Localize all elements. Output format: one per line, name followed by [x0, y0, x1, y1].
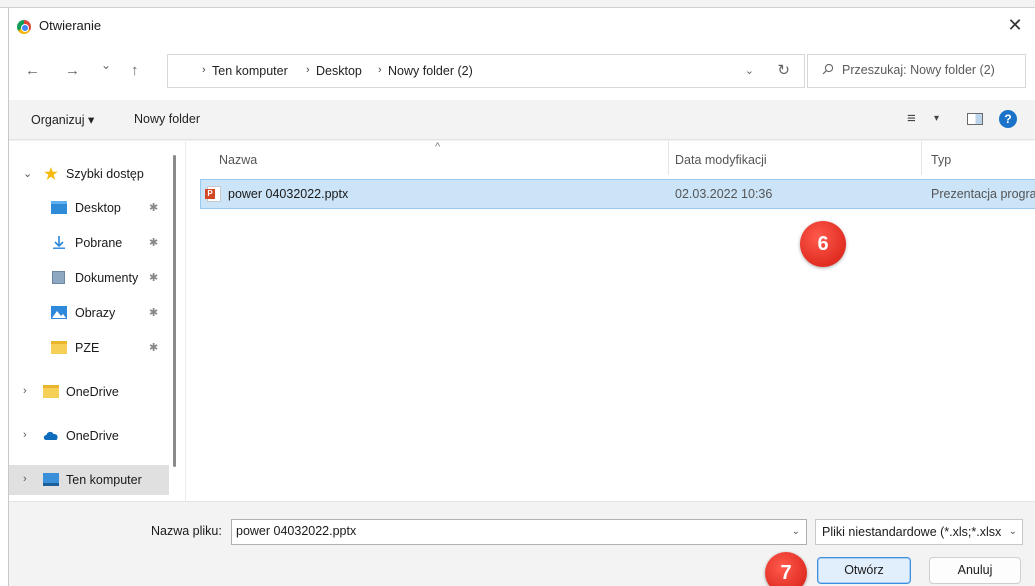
breadcrumb-nowy-folder[interactable]: Nowy folder (2) [388, 64, 473, 78]
folder-icon [51, 341, 67, 354]
sidebar-item-obrazy[interactable]: Obrazy ✱ [9, 298, 169, 328]
filename-input[interactable] [236, 524, 776, 538]
up-icon[interactable]: ↑ [131, 62, 139, 79]
chevron-right-icon[interactable]: › [23, 385, 27, 397]
chrome-icon [17, 20, 31, 34]
table-row[interactable]: power 04032022.pptx 02.03.2022 10:36 Pre… [200, 179, 1035, 209]
chevron-down-icon[interactable]: ⌄ [792, 526, 800, 537]
sidebar-item-label: Szybki dostęp [66, 167, 144, 181]
chevron-right-icon[interactable]: › [378, 64, 382, 76]
computer-icon [43, 473, 59, 486]
search-input[interactable] [842, 63, 1022, 77]
back-icon[interactable]: ← [25, 62, 40, 79]
filename-label: Nazwa pliku: [151, 524, 222, 538]
search-icon [822, 63, 834, 75]
address-dropdown-icon[interactable]: ⌄ [745, 64, 754, 77]
open-file-dialog: Otwieranie ✕ ← → ⌄ ↑ › Ten komputer › De… [8, 8, 1035, 586]
recent-locations-icon[interactable]: ⌄ [101, 58, 111, 72]
chevron-right-icon[interactable]: › [23, 429, 27, 441]
sidebar-scrollbar[interactable] [173, 155, 176, 467]
breadcrumb-desktop[interactable]: Desktop [316, 64, 362, 78]
window-title: Otwieranie [39, 18, 102, 33]
view-dropdown-icon[interactable]: ▾ [934, 113, 939, 124]
column-divider[interactable] [668, 141, 669, 175]
column-header-name[interactable]: Nazwa [219, 153, 257, 167]
chevron-right-icon: › [202, 64, 206, 76]
file-type-filter-value: Pliki niestandardowe (*.xls;*.xlsx [822, 525, 1002, 539]
download-icon [53, 236, 65, 249]
powerpoint-file-icon [205, 186, 221, 202]
background-window-edge [0, 0, 1035, 8]
cancel-button[interactable]: Anuluj [929, 557, 1021, 584]
navigation-pane: ⌄ Szybki dostęp Desktop ✱ Pobrane ✱ Doku… [9, 141, 185, 501]
help-icon[interactable]: ? [999, 110, 1017, 128]
step-6-badge: 6 [800, 221, 846, 267]
chevron-down-icon[interactable]: ⌄ [1009, 526, 1017, 537]
footer-bar: Nazwa pliku: ⌄ Pliki niestandardowe (*.x… [9, 501, 1035, 586]
cloud-icon [43, 431, 58, 440]
close-button[interactable]: ✕ [1003, 14, 1027, 38]
preview-pane-icon[interactable] [967, 113, 983, 125]
pin-icon: ✱ [149, 307, 159, 319]
documents-icon [52, 271, 65, 284]
search-box[interactable] [807, 54, 1026, 88]
pin-icon: ✱ [149, 342, 159, 354]
desktop-icon [51, 201, 67, 214]
sidebar-item-pobrane[interactable]: Pobrane ✱ [9, 228, 169, 258]
sidebar-item-szybki-dostep[interactable]: ⌄ Szybki dostęp [9, 159, 169, 189]
file-modified: 02.03.2022 10:36 [675, 187, 773, 201]
column-header-type[interactable]: Typ [931, 153, 951, 167]
pictures-icon [51, 306, 67, 319]
sidebar-item-label: Obrazy [75, 306, 116, 320]
file-list: ^ Nazwa Data modyfikacji Typ power 04032… [185, 141, 1035, 507]
pin-icon: ✱ [149, 272, 159, 284]
sidebar-item-desktop[interactable]: Desktop ✱ [9, 193, 169, 223]
sidebar-item-label: Pobrane [75, 236, 123, 250]
pin-icon: ✱ [149, 237, 159, 249]
pin-icon: ✱ [149, 202, 159, 214]
address-bar[interactable]: › Ten komputer › Desktop › Nowy folder (… [167, 54, 805, 88]
title-bar: Otwieranie ✕ [9, 8, 1035, 44]
sidebar-item-dokumenty[interactable]: Dokumenty ✱ [9, 263, 169, 293]
navigation-bar: ← → ⌄ ↑ › Ten komputer › Desktop › Nowy … [9, 44, 1035, 100]
sidebar-item-onedrive-folder[interactable]: › OneDrive [9, 377, 169, 407]
chevron-down-icon[interactable]: ⌄ [23, 167, 32, 180]
sidebar-item-label: Desktop [75, 201, 121, 215]
sidebar-item-label: OneDrive [66, 429, 119, 443]
breadcrumb-ten-komputer[interactable]: Ten komputer [212, 64, 288, 78]
sidebar-item-ten-komputer[interactable]: › Ten komputer [9, 465, 169, 495]
sidebar-item-onedrive-cloud[interactable]: › OneDrive [9, 421, 169, 451]
chevron-right-icon[interactable]: › [23, 473, 27, 485]
chevron-right-icon[interactable]: › [306, 64, 310, 76]
open-button[interactable]: Otwórz [817, 557, 911, 584]
new-folder-button[interactable]: Nowy folder [134, 112, 200, 126]
command-bar: Organizuj ▾ Nowy folder ≡ ▾ ? [9, 100, 1035, 140]
sidebar-item-pze[interactable]: PZE ✱ [9, 333, 169, 363]
sidebar-item-label: Ten komputer [66, 473, 142, 487]
file-type-filter[interactable]: Pliki niestandardowe (*.xls;*.xlsx ⌄ [815, 519, 1023, 545]
forward-icon[interactable]: → [65, 62, 80, 79]
sidebar-item-label: Dokumenty [75, 271, 139, 285]
step-7-badge: 7 [765, 552, 807, 586]
folder-icon [43, 385, 59, 398]
refresh-icon[interactable]: ↻ [777, 61, 790, 79]
organize-button[interactable]: Organizuj ▾ [31, 112, 94, 127]
sidebar-item-label: PZE [75, 341, 100, 355]
view-list-icon[interactable]: ≡ [907, 110, 916, 127]
column-header-modified[interactable]: Data modyfikacji [675, 153, 767, 167]
filename-combobox[interactable]: ⌄ [231, 519, 807, 545]
star-icon [44, 167, 58, 180]
sidebar-item-label: OneDrive [66, 385, 119, 399]
sort-ascending-icon: ^ [435, 141, 441, 153]
file-type: Prezentacja programu [931, 187, 1035, 201]
column-divider[interactable] [921, 141, 922, 175]
file-name: power 04032022.pptx [228, 187, 349, 201]
